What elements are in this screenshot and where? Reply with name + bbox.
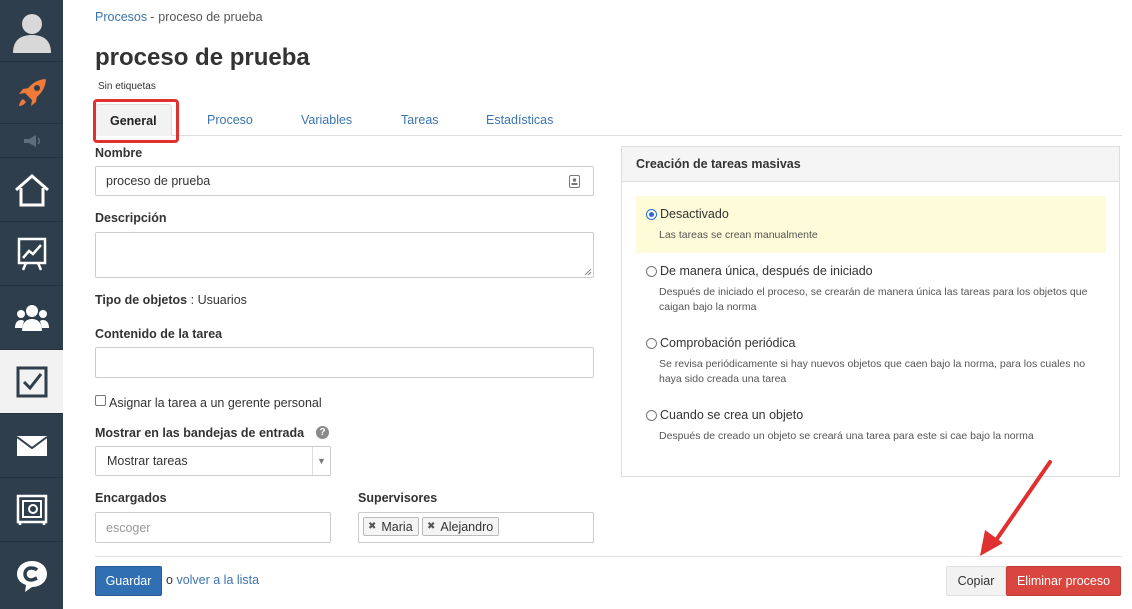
- chevron-down-icon: ▼: [312, 447, 330, 475]
- task-content-label: Contenido de la tarea: [95, 327, 223, 341]
- breadcrumb: Procesos - proceso de prueba: [95, 10, 263, 24]
- resize-grip-icon[interactable]: [584, 268, 592, 276]
- remove-chip-icon[interactable]: ✖: [427, 521, 435, 532]
- tags-label[interactable]: Sin etiquetas: [98, 81, 156, 92]
- bulk-option-periodic[interactable]: Comprobación periódica Se revisa periódi…: [636, 329, 1106, 395]
- breadcrumb-current: proceso de prueba: [158, 10, 263, 24]
- object-type-value: : Usuarios: [190, 293, 247, 307]
- remove-chip-icon[interactable]: ✖: [368, 521, 376, 532]
- radio-button[interactable]: [646, 410, 657, 421]
- sidebar-item-users[interactable]: [0, 286, 63, 350]
- bulk-task-panel: Creación de tareas masivas Desactivado L…: [621, 146, 1120, 477]
- name-value: proceso de prueba: [106, 174, 211, 188]
- back-to-list: o volver a la lista: [166, 573, 259, 587]
- bulk-option-title: Cuando se crea un objeto: [660, 408, 804, 422]
- mail-icon: [15, 435, 48, 456]
- bulk-option-title: Desactivado: [660, 207, 729, 221]
- sidebar-item-reports[interactable]: [0, 222, 63, 286]
- bulk-option-desc: Después de creado un objeto se creará un…: [659, 430, 1034, 442]
- sidebar-item-announcements[interactable]: [0, 124, 63, 158]
- radio-button[interactable]: [646, 338, 657, 349]
- avatar-icon: [12, 13, 51, 53]
- supervisor-chip: ✖ Alejandro: [422, 517, 500, 536]
- bulk-option-on-create[interactable]: Cuando se crea un objeto Después de crea…: [636, 401, 1106, 451]
- tab-bar: General Proceso Variables Tareas Estadís…: [95, 104, 1122, 136]
- tab-tareas[interactable]: Tareas: [401, 104, 439, 136]
- assign-manager-label[interactable]: Asignar la tarea a un gerente personal: [109, 396, 322, 410]
- delete-process-button[interactable]: Eliminar proceso: [1006, 566, 1121, 596]
- safe-icon: [16, 494, 47, 525]
- tab-general[interactable]: General: [95, 104, 172, 136]
- supervisor-chip: ✖ Maria: [363, 517, 419, 536]
- sidebar-item-tasks[interactable]: [0, 350, 63, 414]
- sidebar-item-rocket[interactable]: [0, 62, 63, 124]
- footer-divider: [95, 556, 1122, 557]
- users-icon: [14, 304, 49, 331]
- page-title: proceso de prueba: [95, 44, 310, 71]
- breadcrumb-separator: -: [150, 10, 155, 24]
- rocket-icon: [18, 78, 46, 106]
- breadcrumb-root-link[interactable]: Procesos: [95, 10, 147, 24]
- sidebar-item-chat[interactable]: [0, 542, 63, 609]
- supervisor-chip-label: Alejandro: [440, 519, 494, 534]
- radio-button[interactable]: [646, 209, 657, 220]
- bulk-option-desc: Las tareas se crean manualmente: [659, 229, 818, 241]
- megaphone-icon: [23, 134, 40, 147]
- save-button[interactable]: Guardar: [95, 566, 162, 596]
- or-label: o: [166, 573, 173, 587]
- bulk-option-desc: Se revisa periódicamente si hay nuevos o…: [659, 358, 1086, 385]
- tab-proceso[interactable]: Proceso: [207, 104, 253, 136]
- assignees-label: Encargados: [95, 491, 167, 505]
- bulk-option-desc: Después de iniciado el proceso, se crear…: [659, 286, 1088, 313]
- name-label: Nombre: [95, 146, 143, 160]
- inbox-select-value: Mostrar tareas: [107, 454, 188, 468]
- radio-button[interactable]: [646, 266, 657, 277]
- inbox-select[interactable]: Mostrar tareas ▼: [95, 446, 331, 476]
- bulk-option-title: De manera única, después de iniciado: [660, 264, 873, 278]
- back-to-list-link[interactable]: volver a la lista: [176, 573, 259, 587]
- tasks-checkbox-icon: [16, 366, 47, 397]
- sidebar: [0, 0, 63, 609]
- assign-manager-checkbox[interactable]: [95, 395, 106, 406]
- main-content: Procesos - proceso de prueba proceso de pr…: [63, 0, 1132, 609]
- chat-icon: [16, 560, 47, 592]
- task-content-field[interactable]: [95, 347, 594, 378]
- chart-board-icon: [17, 237, 46, 270]
- tab-variables[interactable]: Variables: [301, 104, 352, 136]
- copy-button[interactable]: Copiar: [946, 566, 1006, 596]
- help-icon[interactable]: ?: [316, 426, 329, 439]
- object-type-label: Tipo de objetos: [95, 293, 188, 307]
- home-icon: [14, 173, 49, 206]
- description-textarea[interactable]: [95, 232, 594, 278]
- assignees-input[interactable]: escoger: [95, 512, 331, 543]
- bulk-task-panel-title: Creación de tareas masivas: [622, 147, 1119, 182]
- bulk-option-title: Comprobación periódica: [660, 336, 796, 350]
- tab-estadisticas[interactable]: Estadísticas: [486, 104, 553, 136]
- sidebar-item-mail[interactable]: [0, 414, 63, 478]
- sidebar-item-home[interactable]: [0, 158, 63, 222]
- name-field[interactable]: proceso de prueba: [95, 166, 594, 196]
- bulk-option-disabled[interactable]: Desactivado Las tareas se crean manualme…: [636, 196, 1106, 253]
- description-label: Descripción: [95, 211, 167, 225]
- contact-card-icon: [569, 175, 580, 191]
- bulk-option-once[interactable]: De manera única, después de iniciado Des…: [636, 257, 1106, 323]
- inbox-label: Mostrar en las bandejas de entrada: [95, 426, 305, 440]
- object-type: Tipo de objetos : Usuarios: [95, 293, 247, 307]
- supervisor-chip-label: Maria: [381, 519, 413, 534]
- avatar[interactable]: [0, 0, 63, 62]
- assignees-placeholder: escoger: [106, 520, 151, 535]
- sidebar-item-safe[interactable]: [0, 478, 63, 542]
- supervisors-label: Supervisores: [358, 491, 438, 505]
